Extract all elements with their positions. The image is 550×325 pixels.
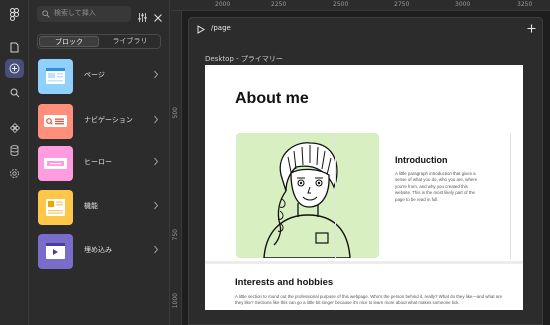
ruler-tick-label: 3000 xyxy=(455,1,471,8)
ruler-tick-label: 2000 xyxy=(215,1,231,8)
block-item-features[interactable]: 機能 xyxy=(37,190,165,226)
frame-label[interactable]: Desktop - プライマリー xyxy=(205,54,283,64)
chevron-right-icon xyxy=(154,157,159,166)
chevron-right-icon xyxy=(154,70,159,79)
block-item-label: ナビゲーション xyxy=(84,116,133,124)
panel-tabs: ブロック ライブラリ xyxy=(37,34,161,49)
section-divider xyxy=(205,261,523,264)
app-window: 検索して挿入 ブロック ライブラリ ページ ナビゲーション ヒーロー 機能 埋め… xyxy=(0,0,550,325)
insert-panel: 検索して挿入 ブロック ライブラリ ページ ナビゲーション ヒーロー 機能 埋め… xyxy=(30,0,170,325)
search-placeholder: 検索して挿入 xyxy=(54,9,96,17)
features-block-thumbnail xyxy=(38,190,73,225)
interests-paragraph: A little section to round out the profes… xyxy=(235,294,503,306)
play-icon[interactable] xyxy=(197,25,205,34)
layout-guide xyxy=(335,133,336,259)
tool-rail xyxy=(0,0,29,325)
page-title: /page xyxy=(211,24,231,32)
add-page-plus-icon[interactable] xyxy=(527,24,536,33)
navigation-block-thumbnail xyxy=(38,104,73,139)
intro-heading: Introduction xyxy=(395,155,448,165)
hero-block-thumbnail xyxy=(38,146,73,181)
design-canvas[interactable]: 2000 2250 2500 2750 3000 3250 500 750 10… xyxy=(171,0,550,325)
tab-library[interactable]: ライブラリ xyxy=(100,36,160,47)
embed-block-thumbnail xyxy=(38,234,73,269)
database-icon[interactable] xyxy=(5,141,24,160)
block-item-label: ヒーロー xyxy=(84,158,112,166)
ruler-tick-label: 750 xyxy=(172,229,179,241)
search-icon[interactable] xyxy=(5,83,24,102)
desktop-frame[interactable]: About me Introduction A little paragraph… xyxy=(205,65,523,310)
figma-logo-icon[interactable] xyxy=(5,5,24,24)
intro-paragraph: A little paragraph introduction that giv… xyxy=(395,171,478,202)
search-icon xyxy=(42,10,50,18)
block-item-label: 機能 xyxy=(84,202,98,210)
block-item-embed[interactable]: 埋め込み xyxy=(37,234,165,270)
close-icon[interactable] xyxy=(153,8,163,27)
insert-plus-icon[interactable] xyxy=(5,59,24,78)
block-item-hero[interactable]: ヒーロー xyxy=(37,146,165,182)
chevron-right-icon xyxy=(154,115,159,124)
portrait-illustration xyxy=(236,133,379,258)
ruler-tick-label: 2250 xyxy=(271,1,287,8)
ruler-tick-label: 1000 xyxy=(172,293,179,309)
chevron-right-icon xyxy=(154,201,159,210)
ruler-tick-label: 500 xyxy=(172,107,179,119)
ruler-tick-label: 3250 xyxy=(517,1,533,8)
filter-sliders-icon[interactable] xyxy=(137,8,148,27)
ruler-tick-label: 2750 xyxy=(394,1,410,8)
vertical-ruler: 500 750 1000 xyxy=(171,11,182,325)
interests-heading: Interests and hobbies xyxy=(235,277,334,288)
about-heading: About me xyxy=(235,90,309,107)
block-item-label: 埋め込み xyxy=(84,246,112,254)
page-block-thumbnail xyxy=(38,59,73,94)
components-icon[interactable] xyxy=(5,118,24,137)
file-icon[interactable] xyxy=(5,38,24,57)
block-item-label: ページ xyxy=(84,71,105,79)
block-item-page[interactable]: ページ xyxy=(37,59,165,95)
chevron-right-icon xyxy=(154,245,159,254)
settings-gear-icon[interactable] xyxy=(5,164,24,183)
layout-guide xyxy=(510,133,511,259)
tab-blocks[interactable]: ブロック xyxy=(39,36,99,47)
block-item-navigation[interactable]: ナビゲーション xyxy=(37,104,165,140)
search-input[interactable]: 検索して挿入 xyxy=(37,6,131,22)
horizontal-ruler: 2000 2250 2500 2750 3000 3250 xyxy=(171,0,550,11)
ruler-tick-label: 2500 xyxy=(333,1,349,8)
